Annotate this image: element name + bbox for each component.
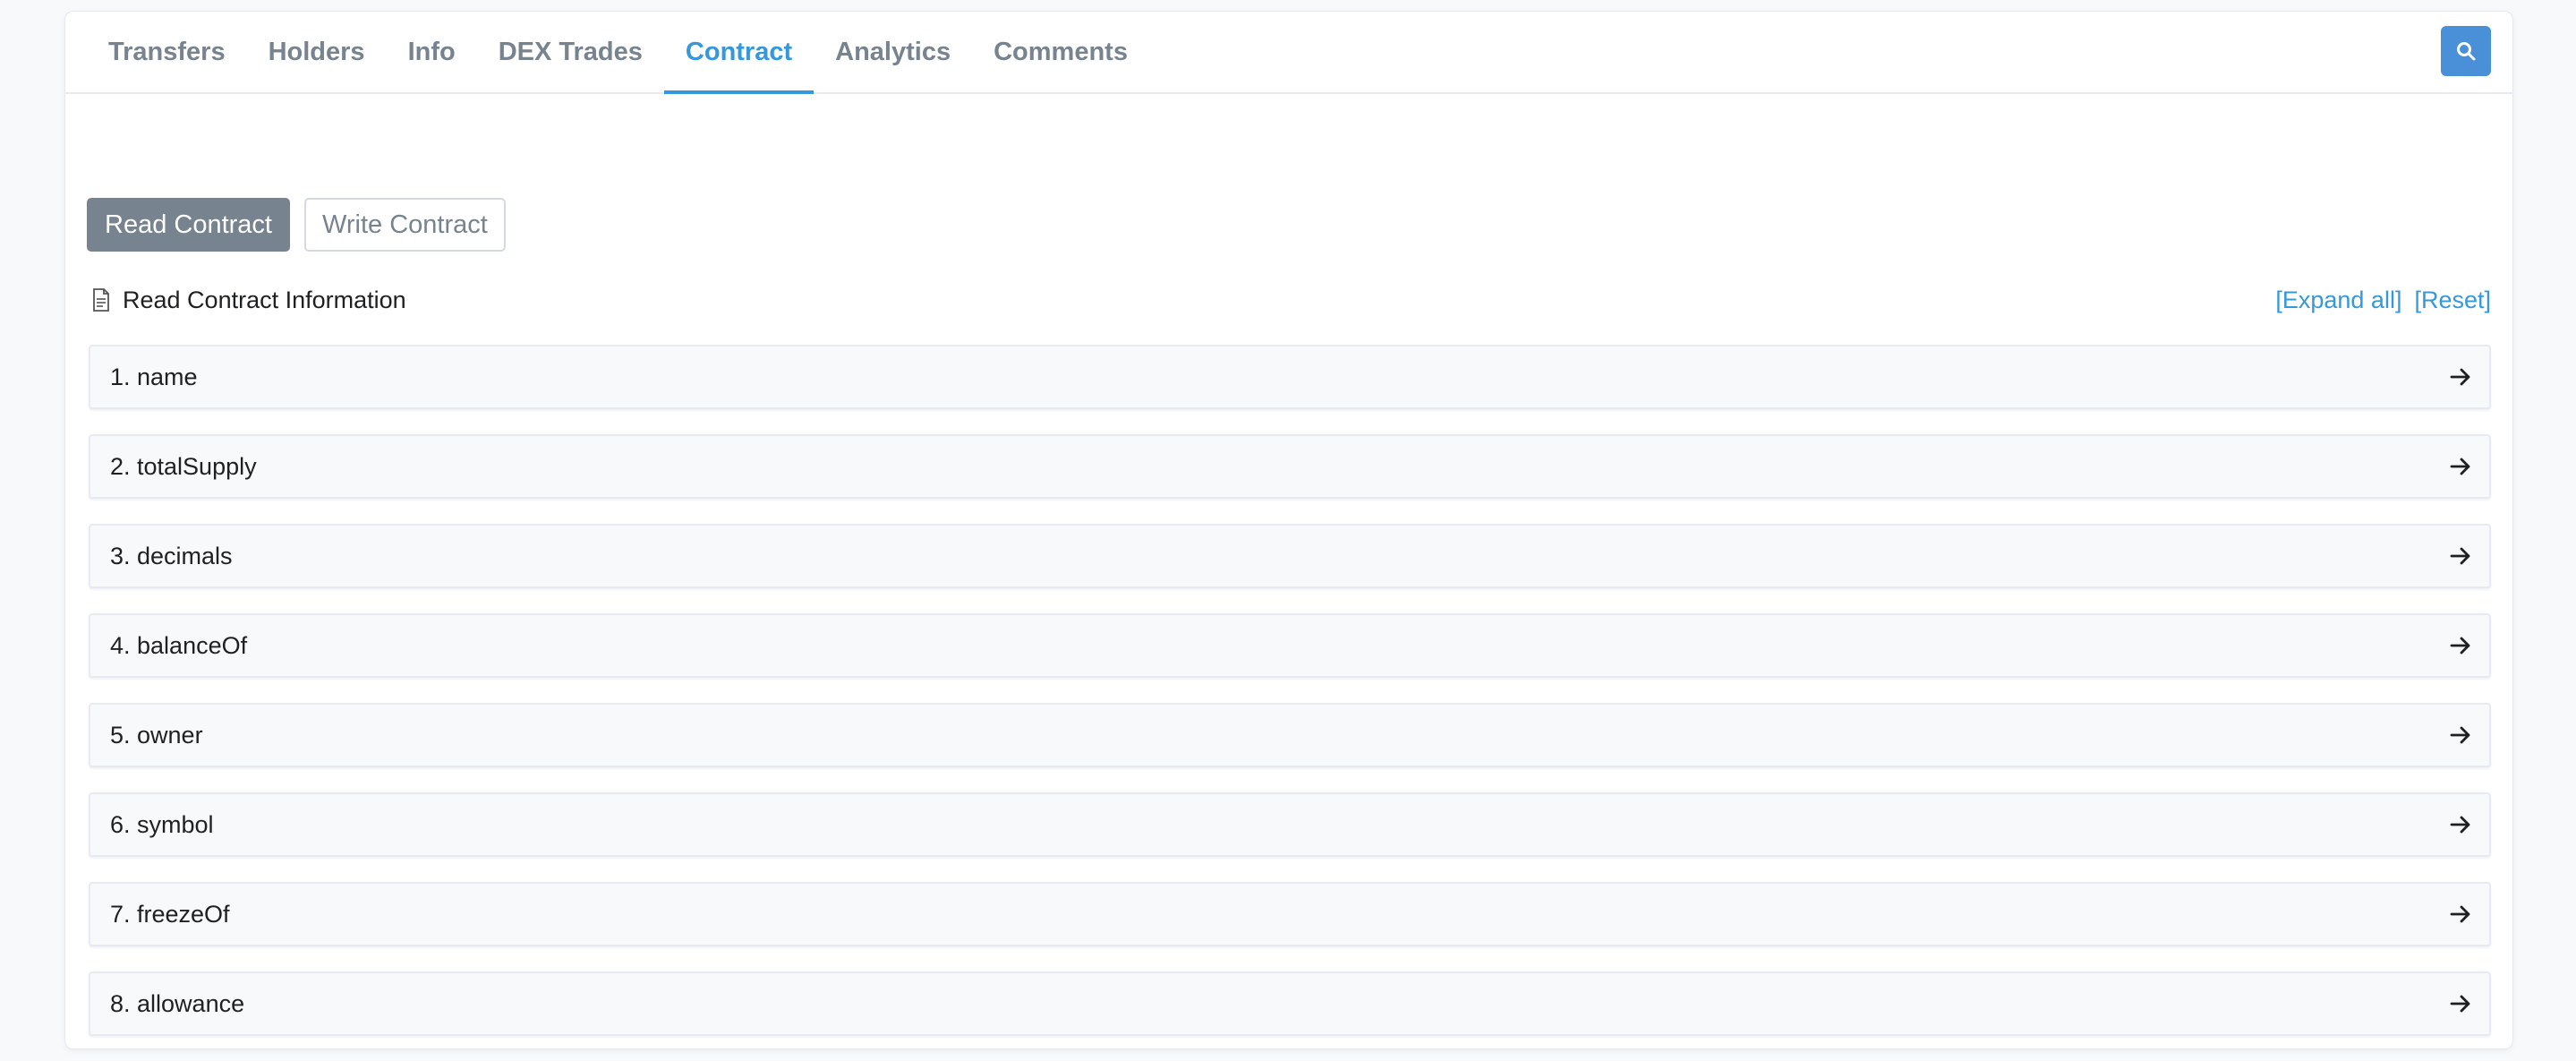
function-item-balanceof[interactable]: 4. balanceOf <box>89 613 2491 678</box>
read-contract-title: Read Contract Information <box>92 287 406 314</box>
read-contract-actions: [Expand all] [Reset] <box>2275 287 2491 314</box>
read-contract-header: Read Contract Information [Expand all] [… <box>92 280 2491 320</box>
expand-all-link[interactable]: [Expand all] <box>2275 287 2401 314</box>
tab-dex-trades[interactable]: DEX Trades <box>477 12 664 92</box>
arrow-right-icon <box>2450 905 2470 923</box>
arrow-right-icon <box>2450 547 2470 565</box>
function-item-freezeof[interactable]: 7. freezeOf <box>89 882 2491 946</box>
function-label: 1. name <box>110 363 198 390</box>
document-icon <box>93 288 109 312</box>
function-label: 5. owner <box>110 721 203 749</box>
function-item-decimals[interactable]: 3. decimals <box>89 524 2491 588</box>
tab-contract[interactable]: Contract <box>663 12 815 94</box>
tab-analytics[interactable]: Analytics <box>814 12 972 92</box>
arrow-right-icon <box>2450 816 2470 834</box>
function-label: 6. symbol <box>110 810 214 838</box>
arrow-right-icon <box>2450 726 2470 744</box>
function-item-totalsupply[interactable]: 2. totalSupply <box>89 434 2491 499</box>
arrow-right-icon <box>2450 637 2470 655</box>
function-item-allowance[interactable]: 8. allowance <box>89 971 2491 1036</box>
function-item-owner[interactable]: 5. owner <box>89 703 2491 767</box>
tab-holders[interactable]: Holders <box>247 12 387 92</box>
function-label: 7. freezeOf <box>110 900 230 928</box>
arrow-right-icon <box>2450 458 2470 475</box>
search-button[interactable] <box>2441 26 2491 76</box>
contract-card: Transfers Holders Info DEX Trades Contra… <box>64 11 2513 1049</box>
function-list: 1. name 2. totalSupply 3. decimals 4. ba… <box>89 345 2491 1061</box>
write-contract-button[interactable]: Write Contract <box>304 198 506 252</box>
tab-bar: Transfers Holders Info DEX Trades Contra… <box>65 12 2512 94</box>
tab-transfers[interactable]: Transfers <box>87 12 247 92</box>
tab-info[interactable]: Info <box>387 12 477 92</box>
reset-link[interactable]: [Reset] <box>2414 287 2491 314</box>
arrow-right-icon <box>2450 368 2470 386</box>
search-icon <box>2457 42 2476 61</box>
tab-comments[interactable]: Comments <box>972 12 1149 92</box>
function-label: 3. decimals <box>110 542 233 569</box>
function-item-symbol[interactable]: 6. symbol <box>89 792 2491 857</box>
read-contract-title-text: Read Contract Information <box>123 286 406 313</box>
function-label: 4. balanceOf <box>110 631 248 659</box>
function-label: 8. allowance <box>110 989 245 1017</box>
arrow-right-icon <box>2450 995 2470 1013</box>
function-label: 2. totalSupply <box>110 452 257 480</box>
function-item-name[interactable]: 1. name <box>89 345 2491 409</box>
read-contract-button[interactable]: Read Contract <box>87 198 290 252</box>
contract-mode-buttons: Read Contract Write Contract <box>87 198 506 252</box>
